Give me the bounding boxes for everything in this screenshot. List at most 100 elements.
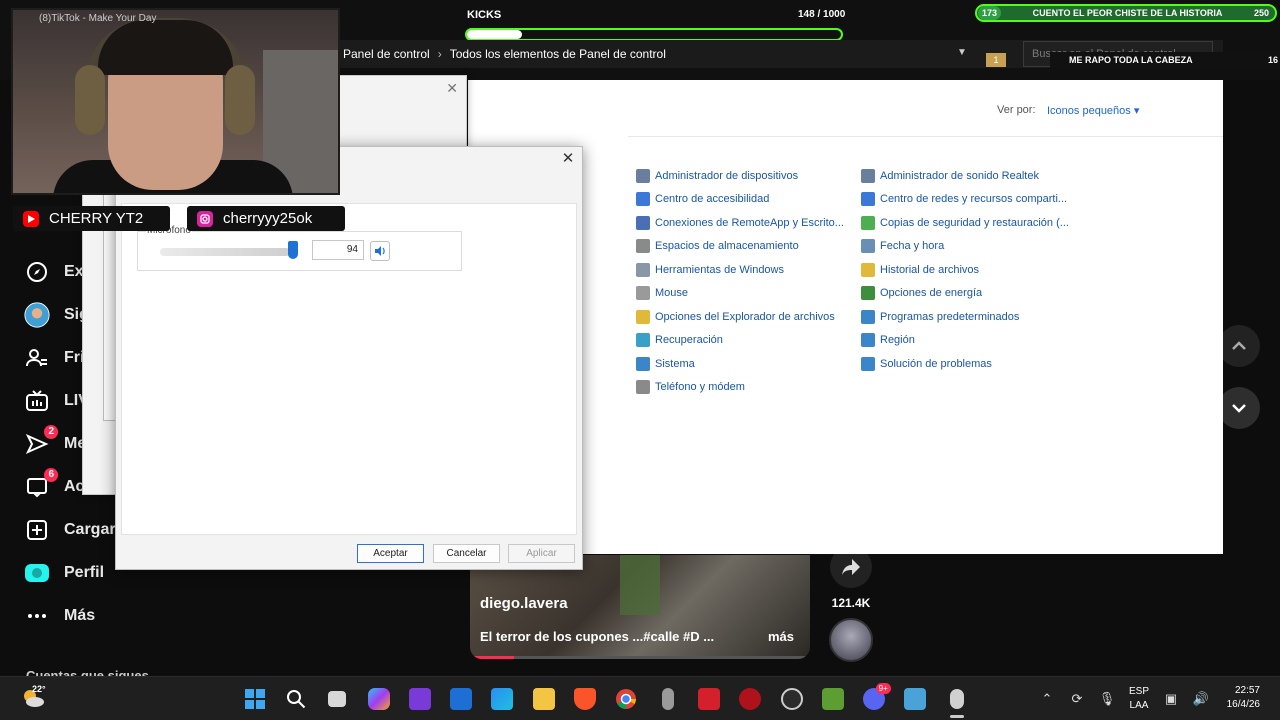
rapo-text: ME RAPO TODA LA CABEZA: [1069, 55, 1193, 65]
control-panel-button[interactable]: [895, 683, 936, 715]
kicks-count: 148 / 1000: [798, 9, 846, 20]
instagram-label: cherryyy25ok: [223, 210, 313, 227]
control-panel-item[interactable]: Administrador de dispositivos: [636, 164, 844, 188]
control-panel-item-icon: [636, 356, 650, 371]
weather-widget[interactable]: 22°: [20, 684, 46, 710]
next-video-button[interactable]: [1218, 387, 1260, 429]
control-panel-item[interactable]: Mouse: [636, 282, 844, 306]
sync-icon[interactable]: ⟳: [1062, 683, 1092, 715]
control-panel-item-icon: [861, 309, 875, 324]
control-panel-item[interactable]: Espacios de almacenamiento: [636, 235, 844, 259]
chevron-down-icon[interactable]: ▼: [957, 47, 967, 58]
mute-button[interactable]: [370, 241, 390, 261]
control-panel-item[interactable]: Región: [861, 329, 1069, 353]
control-panel-item[interactable]: Centro de accesibilidad: [636, 188, 844, 212]
control-panel-item[interactable]: Opciones de energía: [861, 282, 1069, 306]
control-panel-item[interactable]: Solución de problemas: [861, 352, 1069, 376]
headphones-left: [75, 65, 105, 135]
control-panel-item[interactable]: Teléfono y módem: [636, 376, 844, 400]
microphone-tray-icon[interactable]: 🎙: [1092, 683, 1122, 715]
previous-video-button[interactable]: [1218, 325, 1260, 367]
control-panel-item[interactable]: Administrador de sonido Realtek: [861, 164, 1069, 188]
cancel-button[interactable]: Cancelar: [433, 544, 500, 563]
goal-max: 250: [1253, 8, 1269, 18]
nav-more[interactable]: Más: [16, 594, 126, 637]
control-panel-item[interactable]: Sistema: [636, 352, 844, 376]
video-progress[interactable]: [470, 656, 810, 659]
activity-icon: 6: [24, 467, 58, 500]
control-panel-item-icon: [861, 168, 875, 183]
control-panel-item-icon: [636, 380, 650, 395]
task-view-button[interactable]: [317, 683, 358, 715]
mouse-app-button[interactable]: [936, 683, 977, 718]
more-link[interactable]: más: [768, 629, 794, 644]
date: 16/4/26: [1226, 699, 1260, 710]
control-panel-item[interactable]: Historial de archivos: [861, 258, 1069, 282]
control-panel-item[interactable]: Fecha y hora: [861, 235, 1069, 259]
clipchamp-button[interactable]: [399, 683, 440, 715]
brave-button[interactable]: [564, 683, 605, 715]
ok-button[interactable]: Aceptar: [357, 544, 424, 563]
breadcrumb-all-items[interactable]: Todos los elementos de Panel de control: [450, 47, 666, 61]
volume-value-field[interactable]: 94: [312, 240, 364, 260]
control-panel-item-icon: [636, 215, 650, 230]
obs-icon: [780, 688, 803, 710]
minecraft-button[interactable]: [812, 683, 853, 715]
chevron-up-icon[interactable]: ⌃: [1032, 683, 1062, 715]
copilot-button[interactable]: [358, 683, 399, 715]
control-panel-item[interactable]: Conexiones de RemoteApp y Escrito...: [636, 211, 844, 235]
control-panel-item[interactable]: Programas predeterminados: [861, 305, 1069, 329]
apply-button[interactable]: Aplicar: [508, 544, 575, 563]
red-app-button[interactable]: [730, 683, 771, 715]
brave-icon: [574, 688, 597, 710]
control-panel-item-icon: [861, 286, 875, 301]
control-panel-item-label: Herramientas de Windows: [655, 263, 784, 276]
volume-slider-track[interactable]: [160, 248, 290, 256]
task-view-icon: [328, 691, 347, 707]
obs-button[interactable]: [771, 683, 812, 715]
taskbar-apps: 9+: [234, 683, 977, 718]
close-icon[interactable]: ✕: [560, 151, 576, 167]
control-panel-item[interactable]: Recuperación: [636, 329, 844, 353]
store-button[interactable]: [482, 683, 523, 715]
volume-slider-thumb[interactable]: [287, 241, 298, 259]
outlook-button[interactable]: [440, 683, 481, 715]
microphone-app-button[interactable]: [647, 683, 688, 715]
nav-upload[interactable]: Cargar: [16, 508, 126, 551]
view-by-dropdown[interactable]: Iconos pequeños ▾: [1047, 104, 1139, 117]
goal-bar: 173 CUENTO EL PEOR CHISTE DE LA HISTORIA…: [975, 4, 1277, 22]
video-player[interactable]: diego.lavera El terror de los cupones ..…: [470, 555, 810, 659]
control-panel-item-icon: [636, 262, 650, 277]
control-panel-item-label: Recuperación: [655, 334, 723, 347]
control-panel-item[interactable]: Herramientas de Windows: [636, 258, 844, 282]
control-panel-item-icon: [861, 215, 875, 230]
file-explorer-button[interactable]: [523, 683, 564, 715]
folder-icon: [532, 688, 555, 710]
control-panel-item-label: Opciones de energía: [880, 287, 983, 300]
discord-button[interactable]: 9+: [853, 683, 894, 715]
language: ESP: [1128, 686, 1149, 697]
compass-icon: [24, 259, 50, 285]
close-icon[interactable]: ✕: [446, 80, 458, 97]
music-disc-avatar[interactable]: [829, 618, 873, 662]
network-icon[interactable]: ▣: [1156, 683, 1186, 715]
temperature: 22°: [32, 684, 46, 694]
nav-profile[interactable]: Perfil: [16, 551, 126, 594]
chrome-button[interactable]: [606, 683, 647, 715]
video-author[interactable]: diego.lavera: [480, 595, 568, 612]
amd-button[interactable]: [688, 683, 729, 715]
breadcrumb-control-panel[interactable]: Panel de control: [343, 47, 430, 61]
search-button[interactable]: [275, 683, 316, 715]
start-button[interactable]: [234, 683, 275, 715]
control-panel-item[interactable]: Centro de redes y recursos comparti...: [861, 188, 1069, 212]
control-panel-item-label: Solución de problemas: [880, 357, 992, 370]
control-panel-item-icon: [861, 356, 875, 371]
control-panel-item-icon: [636, 192, 650, 207]
goal-text: CUENTO EL PEOR CHISTE DE LA HISTORIA: [1032, 8, 1223, 18]
control-panel-item[interactable]: Copias de seguridad y restauración (...: [861, 211, 1069, 235]
clock[interactable]: 22:57 16/4/26: [1210, 684, 1260, 712]
language-indicator[interactable]: ESP LAA: [1122, 685, 1156, 713]
activity-badge: 6: [44, 467, 58, 482]
control-panel-item-icon: [861, 192, 875, 207]
control-panel-item[interactable]: Opciones del Explorador de archivos: [636, 305, 844, 329]
